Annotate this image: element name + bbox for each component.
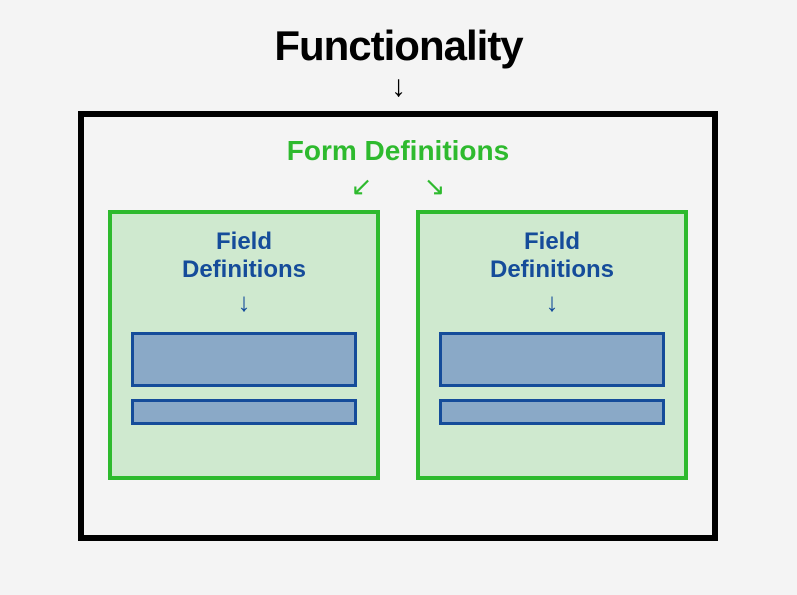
form-arrows: ↙ ↘ <box>84 171 712 202</box>
arrow-down-right-icon: ↘ <box>402 171 468 202</box>
field-definitions-title: Field Definitions <box>420 228 684 283</box>
form-definitions-title: Form Definitions <box>84 135 712 167</box>
functionality-title: Functionality <box>0 22 797 70</box>
field-definitions-box-left: Field Definitions ↓ <box>108 210 380 480</box>
field-slot-small <box>439 399 665 425</box>
arrow-down-icon: ↓ <box>112 287 376 318</box>
field-definitions-box-right: Field Definitions ↓ <box>416 210 688 480</box>
field-title-line1: Field <box>216 228 272 255</box>
field-title-line1: Field <box>524 228 580 255</box>
field-definitions-row: Field Definitions ↓ Field Definitions ↓ <box>84 210 712 480</box>
field-definitions-title: Field Definitions <box>112 228 376 283</box>
field-slot-small <box>131 399 357 425</box>
field-slot-large <box>439 332 665 387</box>
field-title-line2: Definitions <box>490 256 614 283</box>
field-title-line2: Definitions <box>182 256 306 283</box>
field-slot-large <box>131 332 357 387</box>
diagram-stage: Functionality ↓ Form Definitions ↙ ↘ Fie… <box>0 0 797 595</box>
arrow-down-left-icon: ↙ <box>329 171 395 202</box>
arrow-down-icon: ↓ <box>420 287 684 318</box>
functionality-box: Form Definitions ↙ ↘ Field Definitions ↓… <box>78 111 718 541</box>
arrow-down-icon: ↓ <box>0 70 797 104</box>
